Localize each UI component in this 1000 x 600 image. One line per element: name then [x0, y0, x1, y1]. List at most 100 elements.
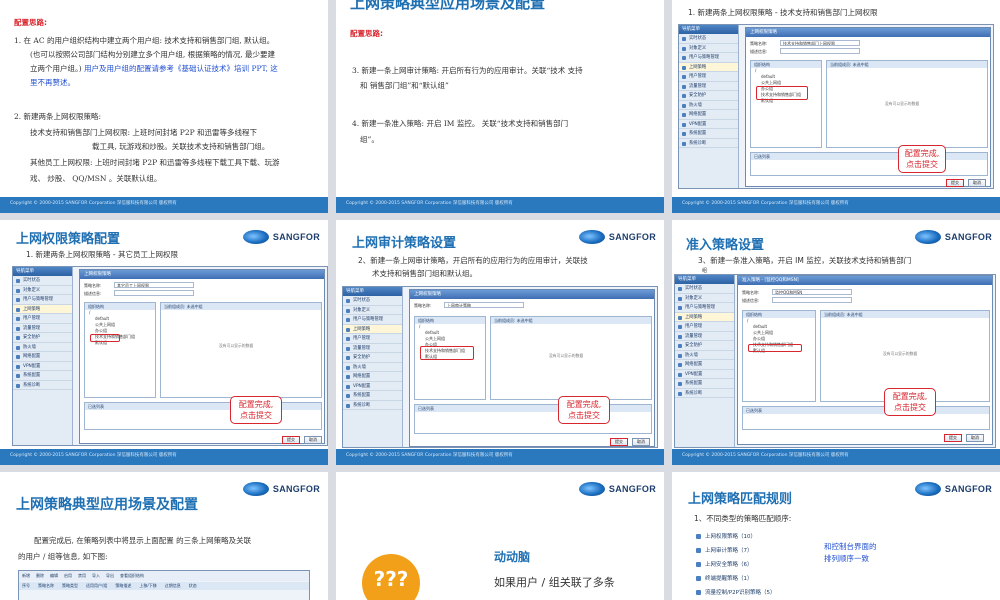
nav-item[interactable]: VPN配置: [675, 370, 734, 379]
slide-access-policy[interactable]: 准入策略设置 SANGFOR 3、新建一条准入策略，开启 IM 监控，关联技术支…: [672, 220, 1000, 465]
nav-item[interactable]: 网络配置: [343, 372, 402, 382]
nav-item[interactable]: 系统配置: [675, 379, 734, 389]
policy-name-field[interactable]: 其它员工上网权限: [114, 282, 194, 288]
nav-item[interactable]: 系统诊断: [13, 381, 72, 390]
nav-item[interactable]: 网络配置: [675, 360, 734, 370]
slide-config-ideas-1[interactable]: 配置思路: 1. 在 AC 的用户组织结构中建立两个用户组: 技术支持和销售部门…: [0, 0, 328, 213]
nav-item[interactable]: 上网策略: [13, 304, 72, 314]
toolbar-button[interactable]: 查看组织结构: [120, 573, 144, 579]
submit-button[interactable]: 提交: [282, 436, 300, 444]
slide-match-rules[interactable]: 上网策略匹配规则 SANGFOR 1、不同类型的策略匹配顺序: 上网权限策略（1…: [672, 472, 1000, 600]
nav-item[interactable]: 流量管理: [13, 324, 72, 333]
nav-item[interactable]: 用户与策略管理: [675, 303, 734, 313]
nav-item[interactable]: 系统诊断: [343, 401, 402, 410]
nav-item[interactable]: 防火墙: [679, 101, 738, 110]
column-header[interactable]: 策略名称: [38, 583, 54, 589]
nav-item[interactable]: 用户与策略管理: [13, 295, 72, 305]
nav-item[interactable]: 防火墙: [13, 343, 72, 352]
slide-policy-tech-support[interactable]: 1. 新建两条上网权限策略 - 技术支持和销售部门上网权限 导航菜单 实时状态对…: [672, 0, 1000, 213]
point-1-cont2-text: 立两个用户组。): [30, 64, 85, 73]
submit-button[interactable]: 提交: [946, 179, 964, 187]
policy-desc-field[interactable]: [772, 297, 852, 303]
nav-item[interactable]: 对象定义: [679, 44, 738, 53]
cancel-button[interactable]: 取消: [304, 436, 322, 444]
submit-button[interactable]: 提交: [944, 434, 962, 442]
nav-item[interactable]: 用户与策略管理: [679, 53, 738, 63]
policy-name-field[interactable]: 监控QQ和MSN: [772, 289, 852, 295]
nav-item[interactable]: 网络配置: [679, 110, 738, 120]
nav-item[interactable]: 防火墙: [675, 351, 734, 360]
callout-line-1: 配置完成,: [238, 400, 274, 409]
nav-item[interactable]: 对象定义: [675, 294, 734, 303]
nav-item[interactable]: 实时状态: [679, 34, 738, 44]
nav-item[interactable]: 用户管理: [13, 314, 72, 324]
policy-name-field[interactable]: 上网审计策略: [444, 302, 524, 308]
nav-item[interactable]: 上网策略: [675, 312, 734, 322]
column-header[interactable]: 适用用户/组: [86, 583, 107, 589]
nav-item[interactable]: 上网策略: [343, 324, 402, 334]
column-header[interactable]: 序号: [22, 583, 30, 589]
column-header[interactable]: 状态: [189, 583, 197, 589]
nav-item[interactable]: 用户管理: [675, 322, 734, 332]
nav-item[interactable]: 实时状态: [343, 296, 402, 306]
slide-policy-other-staff[interactable]: 上网权限策略配置 SANGFOR 1. 新建两条上网权限策略 - 其它员工上网权…: [0, 220, 328, 465]
nav-item[interactable]: 对象定义: [13, 286, 72, 295]
nav-item[interactable]: 系统诊断: [675, 389, 734, 398]
nav-item[interactable]: 网络配置: [13, 352, 72, 362]
nav-item[interactable]: 系统配置: [679, 129, 738, 139]
nav-item[interactable]: 系统配置: [343, 391, 402, 401]
slide-config-ideas-2[interactable]: 上网策略典型应用场景及配置 配置思路: 3. 新建一条上网审计策略: 开启所有行…: [336, 0, 664, 213]
submit-button[interactable]: 提交: [610, 438, 628, 446]
logo-text: SANGFOR: [272, 484, 320, 494]
logo-mark-icon: [578, 482, 605, 496]
column-header[interactable]: 策略描述: [115, 583, 131, 589]
nav-item[interactable]: 实时状态: [13, 276, 72, 286]
nav-item[interactable]: VPN配置: [343, 382, 402, 391]
nav-item[interactable]: 上网策略: [679, 62, 738, 72]
cancel-button[interactable]: 取消: [966, 434, 984, 442]
slide-audit-policy[interactable]: 上网审计策略设置 SANGFOR 2、新建一条上网审计策略，开启所有的应用行为的…: [336, 220, 664, 465]
nav-item[interactable]: 安全防护: [679, 91, 738, 101]
nav-item[interactable]: 流量管理: [679, 82, 738, 91]
cancel-button[interactable]: 取消: [632, 438, 650, 446]
nav-item[interactable]: 安全防护: [675, 341, 734, 351]
training-link-cont[interactable]: 里不再赘述。: [30, 76, 75, 90]
nav-item[interactable]: 流量管理: [343, 344, 402, 353]
cancel-button[interactable]: 取消: [968, 179, 986, 187]
toolbar-button[interactable]: 新增: [22, 573, 30, 579]
org-tree-panel: 组织结构 / default 公共上网组 办公组 技术支持和销售部门组 默认组: [742, 310, 816, 402]
policy-desc-field[interactable]: [114, 290, 194, 296]
nav-item[interactable]: 系统配置: [13, 371, 72, 381]
slide-policy-list[interactable]: 上网策略典型应用场景及配置 SANGFOR 配置完成后, 在策略列表中将显示上面…: [0, 472, 328, 600]
org-tree-panel: 组织结构 / default 公共上网组 办公组 技术支持和销售部门组 默认组: [750, 60, 822, 148]
member-list-panel: 当前组成员: 未选中组 没有可以显示的数据: [826, 60, 988, 148]
toolbar-button[interactable]: 启用: [64, 573, 72, 579]
slide-brainstorm[interactable]: SANGFOR ??? 动动脑 如果用户 / 组关联了多条: [336, 472, 664, 600]
nav-item[interactable]: 防火墙: [343, 363, 402, 372]
policy-desc-field[interactable]: [780, 48, 860, 54]
nav-item[interactable]: 流量管理: [675, 332, 734, 341]
toolbar-button[interactable]: 删除: [36, 573, 44, 579]
column-header[interactable]: 过期信息: [165, 583, 181, 589]
nav-item[interactable]: 系统诊断: [679, 139, 738, 148]
selected-head: 已选列表: [743, 407, 989, 414]
nav-item[interactable]: 用户管理: [343, 334, 402, 344]
training-link[interactable]: 用户及用户组的配置请参考《基础认证技术》培训 PPT, 这: [84, 64, 278, 73]
policy-name-field[interactable]: 技术支持和销售部门上网权限: [780, 40, 860, 46]
nav-item[interactable]: 安全防护: [13, 333, 72, 343]
toolbar-button[interactable]: 编辑: [50, 573, 58, 579]
rule-item: 流量控制/P2P识别策略（5）: [696, 588, 776, 598]
nav-item[interactable]: VPN配置: [13, 362, 72, 371]
nav-item[interactable]: 实时状态: [675, 284, 734, 294]
nav-item[interactable]: 用户管理: [679, 72, 738, 82]
toolbar-button[interactable]: 导入: [92, 573, 100, 579]
nav-item[interactable]: 用户与策略管理: [343, 315, 402, 325]
column-header[interactable]: 策略类型: [62, 583, 78, 589]
nav-item[interactable]: 对象定义: [343, 306, 402, 315]
toolbar-button[interactable]: 禁用: [78, 573, 86, 579]
toolbar-button[interactable]: 导出: [106, 573, 114, 579]
nav-item[interactable]: VPN配置: [679, 120, 738, 129]
footer-text: Copyright © 2000-2015 SANGFOR Corporatio…: [682, 201, 849, 206]
column-header[interactable]: 上移/下移: [139, 583, 156, 589]
nav-item[interactable]: 安全防护: [343, 353, 402, 363]
